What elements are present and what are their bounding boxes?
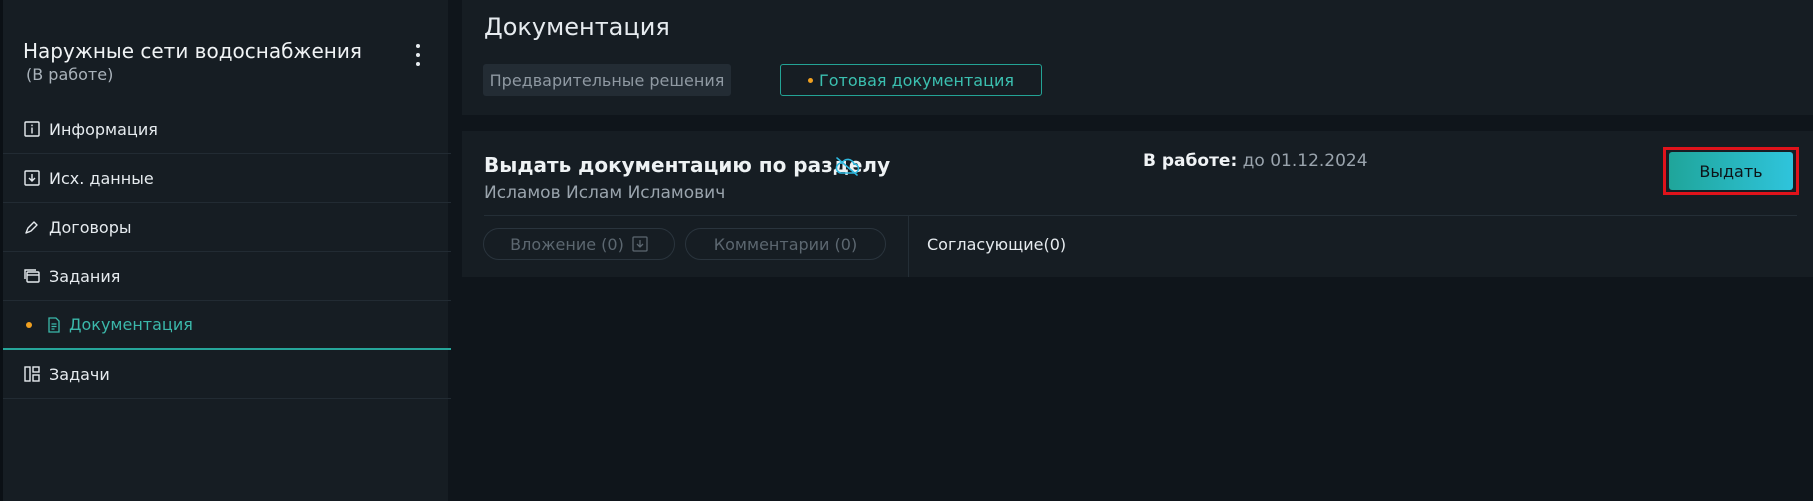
sidebar-item-label: Задачи bbox=[49, 364, 110, 384]
tab-label: Готовая документация bbox=[819, 70, 1014, 90]
layout-icon bbox=[24, 366, 40, 382]
attachments-label: Вложение (0) bbox=[510, 234, 624, 254]
card-vertical-divider bbox=[908, 216, 909, 277]
tab-label: Предварительные решения bbox=[489, 70, 725, 90]
active-indicator bbox=[26, 321, 32, 328]
issue-button[interactable]: Выдать bbox=[1669, 152, 1793, 190]
tab-active-dot bbox=[808, 77, 813, 83]
sidebar-item-label: Документация bbox=[69, 315, 193, 334]
document-icon bbox=[48, 316, 60, 333]
assignee-name: Исламов Ислам Исламович bbox=[484, 183, 726, 203]
sidebar-nav: Информация Исх. данные Договоры Задания bbox=[3, 105, 451, 399]
sidebar-item-label: Договоры bbox=[49, 217, 132, 237]
sidebar-item-source-data[interactable]: Исх. данные bbox=[3, 154, 451, 203]
download-box-icon bbox=[24, 170, 40, 186]
sidebar-item-label: Исх. данные bbox=[49, 168, 154, 188]
attachments-button[interactable]: Вложение (0) bbox=[483, 228, 675, 260]
sidebar-item-tasks[interactable]: Задачи bbox=[3, 350, 451, 399]
pen-icon bbox=[25, 221, 38, 234]
comments-label: Комментарии (0) bbox=[713, 234, 858, 254]
tab-preliminary-decisions[interactable]: Предварительные решения bbox=[483, 64, 731, 96]
status-line: В работе: до 01.12.2024 bbox=[1143, 151, 1368, 171]
sidebar-item-information[interactable]: Информация bbox=[3, 105, 451, 154]
project-status: (В работе) bbox=[26, 65, 114, 84]
page-title: Документация bbox=[484, 13, 670, 41]
sidebar-item-contracts[interactable]: Договоры bbox=[3, 203, 451, 252]
comments-button[interactable]: Комментарии (0) bbox=[685, 228, 886, 260]
sidebar: Наружные сети водоснабжения (В работе) И… bbox=[0, 0, 451, 501]
task-card: Выдать документацию по разделу Исламов И… bbox=[462, 131, 1813, 277]
sidebar-item-documentation[interactable]: Документация bbox=[3, 301, 451, 350]
sidebar-item-label: Задания bbox=[49, 266, 121, 286]
project-title: Наружные сети водоснабжения bbox=[23, 39, 362, 63]
status-label: В работе: bbox=[1143, 151, 1238, 171]
sidebar-item-tasks-assignments[interactable]: Задания bbox=[3, 252, 451, 301]
status-date: до 01.12.2024 bbox=[1242, 151, 1368, 171]
download-box-icon bbox=[632, 236, 648, 252]
task-title: Выдать документацию по разделу bbox=[484, 153, 891, 177]
more-options-icon[interactable] bbox=[408, 42, 428, 68]
tab-ready-documentation[interactable]: Готовая документация bbox=[780, 64, 1042, 96]
card-divider bbox=[484, 215, 1797, 216]
sidebar-item-label: Информация bbox=[49, 119, 158, 139]
cloud-off-icon bbox=[835, 157, 860, 176]
cards-icon bbox=[24, 269, 40, 283]
approvers-link[interactable]: Согласующие(0) bbox=[927, 235, 1066, 254]
documentation-header: Документация Предварительные решения Гот… bbox=[462, 0, 1813, 115]
info-icon bbox=[24, 121, 40, 137]
